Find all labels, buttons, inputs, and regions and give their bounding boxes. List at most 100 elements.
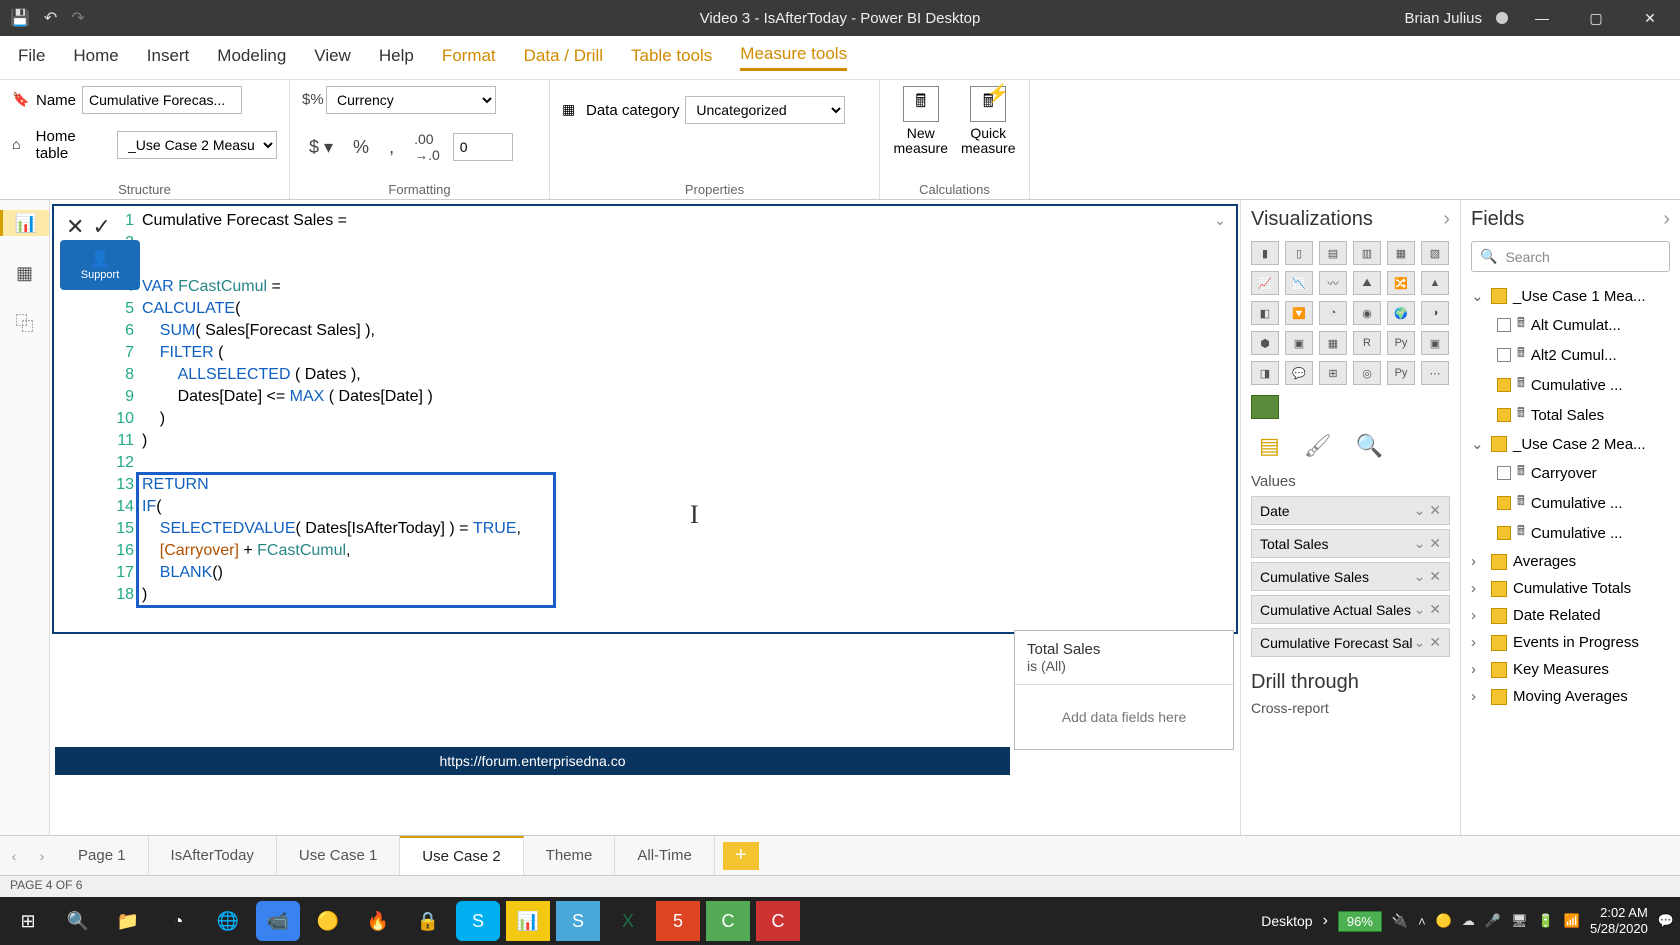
viz-type-20[interactable]: ▦ [1319,331,1347,355]
well-dropdown-icon[interactable]: ⌄ [1414,535,1426,551]
field-table[interactable]: ›Cumulative Totals [1471,575,1670,602]
field-item[interactable]: 🖩Cumulative ... [1471,488,1670,518]
tray-icon-2[interactable]: ☁ [1462,913,1475,929]
field-table[interactable]: ›Date Related [1471,602,1670,629]
viz-collapse-icon[interactable]: › [1443,208,1450,231]
viz-type-23[interactable]: ▣ [1421,331,1449,355]
field-table[interactable]: ›Averages [1471,548,1670,575]
page-tab[interactable]: Theme [524,836,616,875]
well-item[interactable]: Cumulative Actual Sales⌄ ✕ [1251,595,1450,624]
viz-type-14[interactable]: ◔ [1319,301,1347,325]
ribbon-tab-table-tools[interactable]: Table tools [631,46,712,70]
well-dropdown-icon[interactable]: ⌄ [1414,568,1426,584]
search-button[interactable]: 🔍 [56,901,100,941]
ribbon-tab-format[interactable]: Format [442,46,496,70]
ribbon-tab-view[interactable]: View [314,46,351,70]
format-mode-icon[interactable]: 🖌 [1304,433,1332,459]
field-table[interactable]: ›Events in Progress [1471,629,1670,656]
viz-type-19[interactable]: ▣ [1285,331,1313,355]
skype-icon[interactable]: S [456,901,500,941]
ribbon-tab-home[interactable]: Home [73,46,118,70]
app-icon-1[interactable]: ◔ [156,901,200,941]
field-table[interactable]: ›Moving Averages [1471,683,1670,710]
tray-icon-3[interactable]: 🎤 [1485,913,1501,929]
tray-icon-5[interactable]: 🔋 [1538,913,1554,929]
code-editor[interactable]: 1Cumulative Forecast Sales =234VAR FCast… [114,206,1236,610]
powerbi-icon[interactable]: 📊 [506,901,550,941]
undo-icon[interactable]: ↶ [44,8,57,28]
viz-custom-icon[interactable] [1251,395,1279,419]
viz-type-15[interactable]: ◉ [1353,301,1381,325]
tray-icon-1[interactable]: 🟡 [1436,913,1452,929]
app-icon-3[interactable]: 5 [656,901,700,941]
analytics-mode-icon[interactable]: 🔍 [1356,433,1383,459]
viz-type-26[interactable]: ⊞ [1319,361,1347,385]
formula-expand-icon[interactable]: ⌄ [1214,212,1226,229]
viz-type-7[interactable]: 📉 [1285,271,1313,295]
page-prev-icon[interactable]: ‹ [0,848,28,864]
tray-chevron-icon[interactable]: ˄ [1418,914,1426,929]
add-page-button[interactable]: + [723,842,759,870]
well-dropdown-icon[interactable]: ⌄ [1414,634,1426,650]
fields-collapse-icon[interactable]: › [1663,208,1670,231]
redo-icon[interactable]: ↷ [71,8,84,28]
well-remove-icon[interactable]: ✕ [1429,535,1441,551]
desktop-label[interactable]: Desktop [1261,913,1312,929]
maximize-button[interactable]: ▢ [1576,10,1616,27]
viz-type-16[interactable]: 🌍 [1387,301,1415,325]
viz-type-24[interactable]: ◨ [1251,361,1279,385]
field-checkbox[interactable] [1497,348,1511,362]
viz-type-18[interactable]: ⬢ [1251,331,1279,355]
well-item[interactable]: Cumulative Forecast Sal⌄ ✕ [1251,628,1450,657]
save-icon[interactable]: 💾 [10,8,30,28]
field-checkbox[interactable] [1497,496,1511,510]
dragon-icon[interactable]: 🔥 [356,901,400,941]
field-checkbox[interactable] [1497,408,1511,422]
wifi-icon[interactable]: 📶 [1564,913,1580,929]
explorer-icon[interactable]: 📁 [106,901,150,941]
notifications-icon[interactable]: 💬 [1658,913,1674,929]
field-item[interactable]: 🖩Cumulative ... [1471,370,1670,400]
well-remove-icon[interactable]: ✕ [1429,502,1441,518]
viz-type-29[interactable]: ⋯ [1421,361,1449,385]
tray-icon-4[interactable]: 🖥 [1511,913,1528,929]
report-view-icon[interactable]: 📊 [0,210,49,236]
well-item[interactable]: Date⌄ ✕ [1251,496,1450,525]
viz-type-27[interactable]: ◎ [1353,361,1381,385]
fields-mode-icon[interactable]: ▤ [1259,433,1280,459]
viz-type-28[interactable]: Py [1387,361,1415,385]
well-remove-icon[interactable]: ✕ [1429,634,1441,650]
quick-measure-button[interactable]: 🖩⚡ Quick measure [960,86,1018,157]
formula-cancel-icon[interactable]: ✕ [66,214,84,240]
field-item[interactable]: 🖩Alt Cumulat... [1471,310,1670,340]
data-view-icon[interactable]: ▦ [12,260,38,286]
viz-type-11[interactable]: ▲ [1421,271,1449,295]
user-avatar-icon[interactable] [1496,12,1508,24]
chrome-icon[interactable]: 🟡 [306,901,350,941]
viz-type-8[interactable]: 〰 [1319,271,1347,295]
field-checkbox[interactable] [1497,378,1511,392]
page-next-icon[interactable]: › [28,848,56,864]
viz-type-22[interactable]: Py [1387,331,1415,355]
viz-type-12[interactable]: ◧ [1251,301,1279,325]
viz-type-21[interactable]: R [1353,331,1381,355]
formula-commit-icon[interactable]: ✓ [92,214,110,240]
field-table[interactable]: ›Key Measures [1471,656,1670,683]
ribbon-tab-file[interactable]: File [18,46,45,70]
new-measure-button[interactable]: 🖩 New measure [892,86,950,157]
percent-button[interactable]: % [346,134,376,161]
viz-type-3[interactable]: ▥ [1353,241,1381,265]
viz-type-25[interactable]: 💬 [1285,361,1313,385]
viz-type-6[interactable]: 📈 [1251,271,1279,295]
lock-icon[interactable]: 🔒 [406,901,450,941]
page-tab[interactable]: Use Case 1 [277,836,400,875]
filter-drop-area[interactable]: Add data fields here [1015,685,1233,749]
field-checkbox[interactable] [1497,526,1511,540]
viz-type-0[interactable]: ▮ [1251,241,1279,265]
comma-button[interactable]: , [382,134,401,161]
page-tab[interactable]: Page 1 [56,836,149,875]
well-dropdown-icon[interactable]: ⌄ [1414,502,1426,518]
field-table[interactable]: ⌄_Use Case 1 Mea... [1471,282,1670,310]
ribbon-tab-modeling[interactable]: Modeling [217,46,286,70]
well-remove-icon[interactable]: ✕ [1429,568,1441,584]
